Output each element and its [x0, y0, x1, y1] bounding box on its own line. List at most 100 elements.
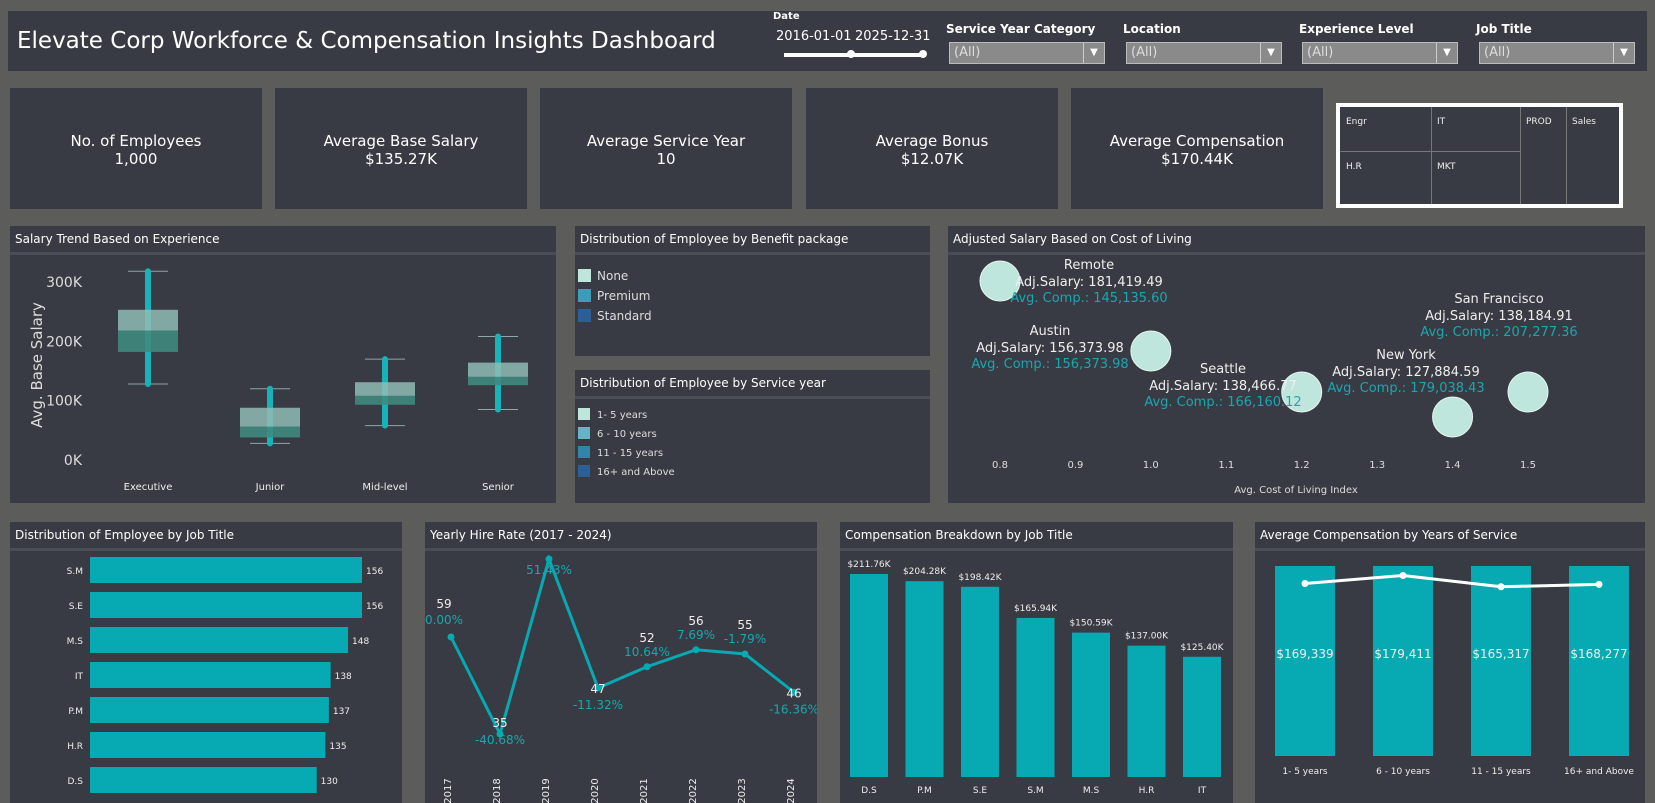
data-label: 55: [737, 618, 752, 632]
data-point: [545, 555, 553, 563]
x-tick-label: 11 - 15 years: [1471, 767, 1531, 777]
avg-comp-label: Avg. Comp.: 145,135.60: [1010, 291, 1167, 306]
chevron-down-icon[interactable]: ▼: [1260, 43, 1281, 63]
location-filter-label: Location: [1123, 22, 1181, 36]
experience-select[interactable]: (All) ▼: [1302, 42, 1458, 64]
legend-label: None: [597, 269, 628, 283]
x-tick-label: 2018: [492, 778, 503, 803]
kpi-avg-bonus: Average Bonus $12.07K: [806, 88, 1058, 209]
legend-swatch: [578, 269, 591, 282]
kpi-label: Average Service Year: [586, 132, 746, 150]
adj-salary-label: Adj.Salary: 138,184.91: [1425, 309, 1573, 324]
x-tick-label: 2020: [590, 778, 601, 803]
box-upper: [240, 407, 300, 427]
bar: [90, 697, 329, 723]
treemap-label: PROD: [1526, 117, 1552, 127]
data-label: $150.59K: [1069, 619, 1113, 629]
data-label: 46: [786, 686, 801, 700]
kpi-value: $135.27K: [365, 150, 437, 168]
data-label: 138: [335, 672, 352, 682]
job-title-panel: Distribution of Employee by Job Title S.…: [10, 522, 402, 803]
service-year-select[interactable]: (All) ▼: [949, 42, 1105, 64]
y-tick-label: S.E: [69, 602, 84, 612]
job-title-select[interactable]: (All) ▼: [1479, 42, 1635, 64]
avg-comp-combo-chart[interactable]: $169,339 1- 5 years $179,411 6 - 10 years $1…: [1255, 551, 1645, 803]
avg-comp-label: Avg. Comp.: 166,160.12: [1144, 395, 1301, 410]
panel-title: Average Compensation by Years of Service: [1255, 522, 1645, 551]
kpi-value: $12.07K: [900, 150, 964, 168]
avg-comp-label: Avg. Comp.: 207,277.36: [1420, 325, 1577, 340]
trend-point: [1301, 580, 1309, 588]
legend-swatch: [578, 446, 590, 458]
kpi-label: Average Compensation: [1109, 132, 1285, 150]
treemap-cell-hr[interactable]: H.R: [1340, 152, 1432, 204]
legend-label: 11 - 15 years: [597, 448, 663, 459]
data-label: 156: [366, 602, 383, 612]
location-select[interactable]: (All) ▼: [1126, 42, 1282, 64]
chevron-down-icon[interactable]: ▼: [1083, 43, 1104, 63]
adj-salary-label: Adj.Salary: 127,884.59: [1332, 365, 1480, 380]
chevron-down-icon[interactable]: ▼: [1613, 43, 1634, 63]
bar: [961, 586, 999, 777]
data-label: $125.40K: [1180, 643, 1224, 653]
x-axis-label: Avg. Cost of Living Index: [1234, 485, 1358, 496]
treemap-cell-it[interactable]: IT: [1432, 107, 1521, 152]
legend-swatch: [578, 427, 590, 439]
kpi-avg-service-year: Average Service Year 10: [540, 88, 792, 209]
kpi-label: No. of Employees: [70, 132, 202, 150]
benefit-pie-chart[interactable]: NonePremiumStandard32.6%33.3%34.1%: [575, 255, 930, 356]
y-tick-label: S.M: [67, 567, 83, 577]
job-title-bar-chart[interactable]: S.M 156 S.E 156 M.S 148 IT 138 P.M 137 H.R 135 D.S 13…: [10, 551, 402, 803]
treemap-label: H.R: [1346, 162, 1362, 172]
treemap-cell-engr[interactable]: Engr: [1340, 107, 1432, 152]
date-start: 2016-01-01: [776, 29, 852, 44]
data-label: $165,317: [1472, 647, 1529, 661]
adjusted-salary-scatter[interactable]: 0.8 0.9 1.0 1.1 1.2 1.3 1.4 1.5 Avg. Cost of Liv…: [948, 255, 1645, 503]
treemap-cell-mkt[interactable]: MKT: [1432, 152, 1521, 204]
x-tick-label: Mid-level: [362, 482, 407, 493]
data-point: [643, 663, 651, 671]
x-tick-label: P.M: [917, 786, 932, 796]
x-tick-label: 1.1: [1218, 460, 1234, 471]
department-treemap[interactable]: Engr IT PROD Sales H.R MKT: [1336, 103, 1623, 208]
adj-salary-label: Adj.Salary: 156,373.98: [976, 341, 1124, 356]
treemap-cell-prod[interactable]: PROD: [1521, 107, 1567, 204]
comp-breakdown-panel: Compensation Breakdown by Job Title $211…: [840, 522, 1233, 803]
x-tick-label: M.S: [1083, 786, 1100, 796]
kpi-employees: No. of Employees 1,000: [10, 88, 262, 209]
kpi-label: Average Bonus: [875, 132, 989, 150]
pct-change-label: -40.68%: [475, 733, 525, 747]
service-panel: Distribution of Employee by Service year…: [575, 370, 930, 503]
benefit-panel: Distribution of Employee by Benefit pack…: [575, 226, 930, 356]
date-slider-handle-start[interactable]: [847, 50, 855, 58]
x-tick-label: 2024: [786, 778, 797, 803]
panel-title: Adjusted Salary Based on Cost of Living: [948, 226, 1645, 255]
location-label: New York: [1376, 348, 1436, 363]
chevron-down-icon[interactable]: ▼: [1436, 43, 1457, 63]
y-tick-label: D.S: [67, 777, 83, 787]
bar: [1275, 566, 1335, 756]
x-tick-label: S.M: [1027, 786, 1043, 796]
adj-salary-label: Adj.Salary: 138,466.77: [1149, 379, 1297, 394]
pct-change-label: 7.69%: [677, 628, 715, 642]
bar: [1072, 632, 1110, 777]
adj-salary-label: Adj.Salary: 181,419.49: [1015, 275, 1163, 290]
data-label: $169,339: [1276, 647, 1333, 661]
bubble: [1432, 396, 1474, 438]
bubble: [1130, 330, 1172, 372]
date-slider-handle-end[interactable]: [919, 50, 927, 58]
salary-boxplot[interactable]: 300K 200K 100K 0K Avg. Base Salary Executive J…: [10, 255, 556, 503]
trend-point: [1399, 571, 1407, 579]
bar: [90, 662, 331, 688]
treemap-cell-sales[interactable]: Sales: [1567, 107, 1619, 204]
service-pie-chart[interactable]: 1- 5 years 6 - 10 years 11 - 15 years 16+ a…: [575, 399, 930, 503]
hire-rate-panel: Yearly Hire Rate (2017 - 2024) 59 0.00% 20…: [425, 522, 817, 803]
trend-point: [1595, 580, 1603, 588]
bar: [1373, 566, 1433, 756]
data-label: $137.00K: [1125, 632, 1169, 642]
comp-breakdown-bar-chart[interactable]: $211.76K D.S $204.28K P.M $198.42K S.E $165.94…: [840, 551, 1233, 803]
legend-swatch: [578, 289, 591, 302]
hire-rate-line-chart[interactable]: 59 0.00% 2017 35 -40.68% 2018 53 51.43% 2019 47 -1…: [425, 551, 817, 803]
y-tick-label: 200K: [46, 334, 83, 350]
panel-title: Yearly Hire Rate (2017 - 2024): [425, 522, 817, 551]
